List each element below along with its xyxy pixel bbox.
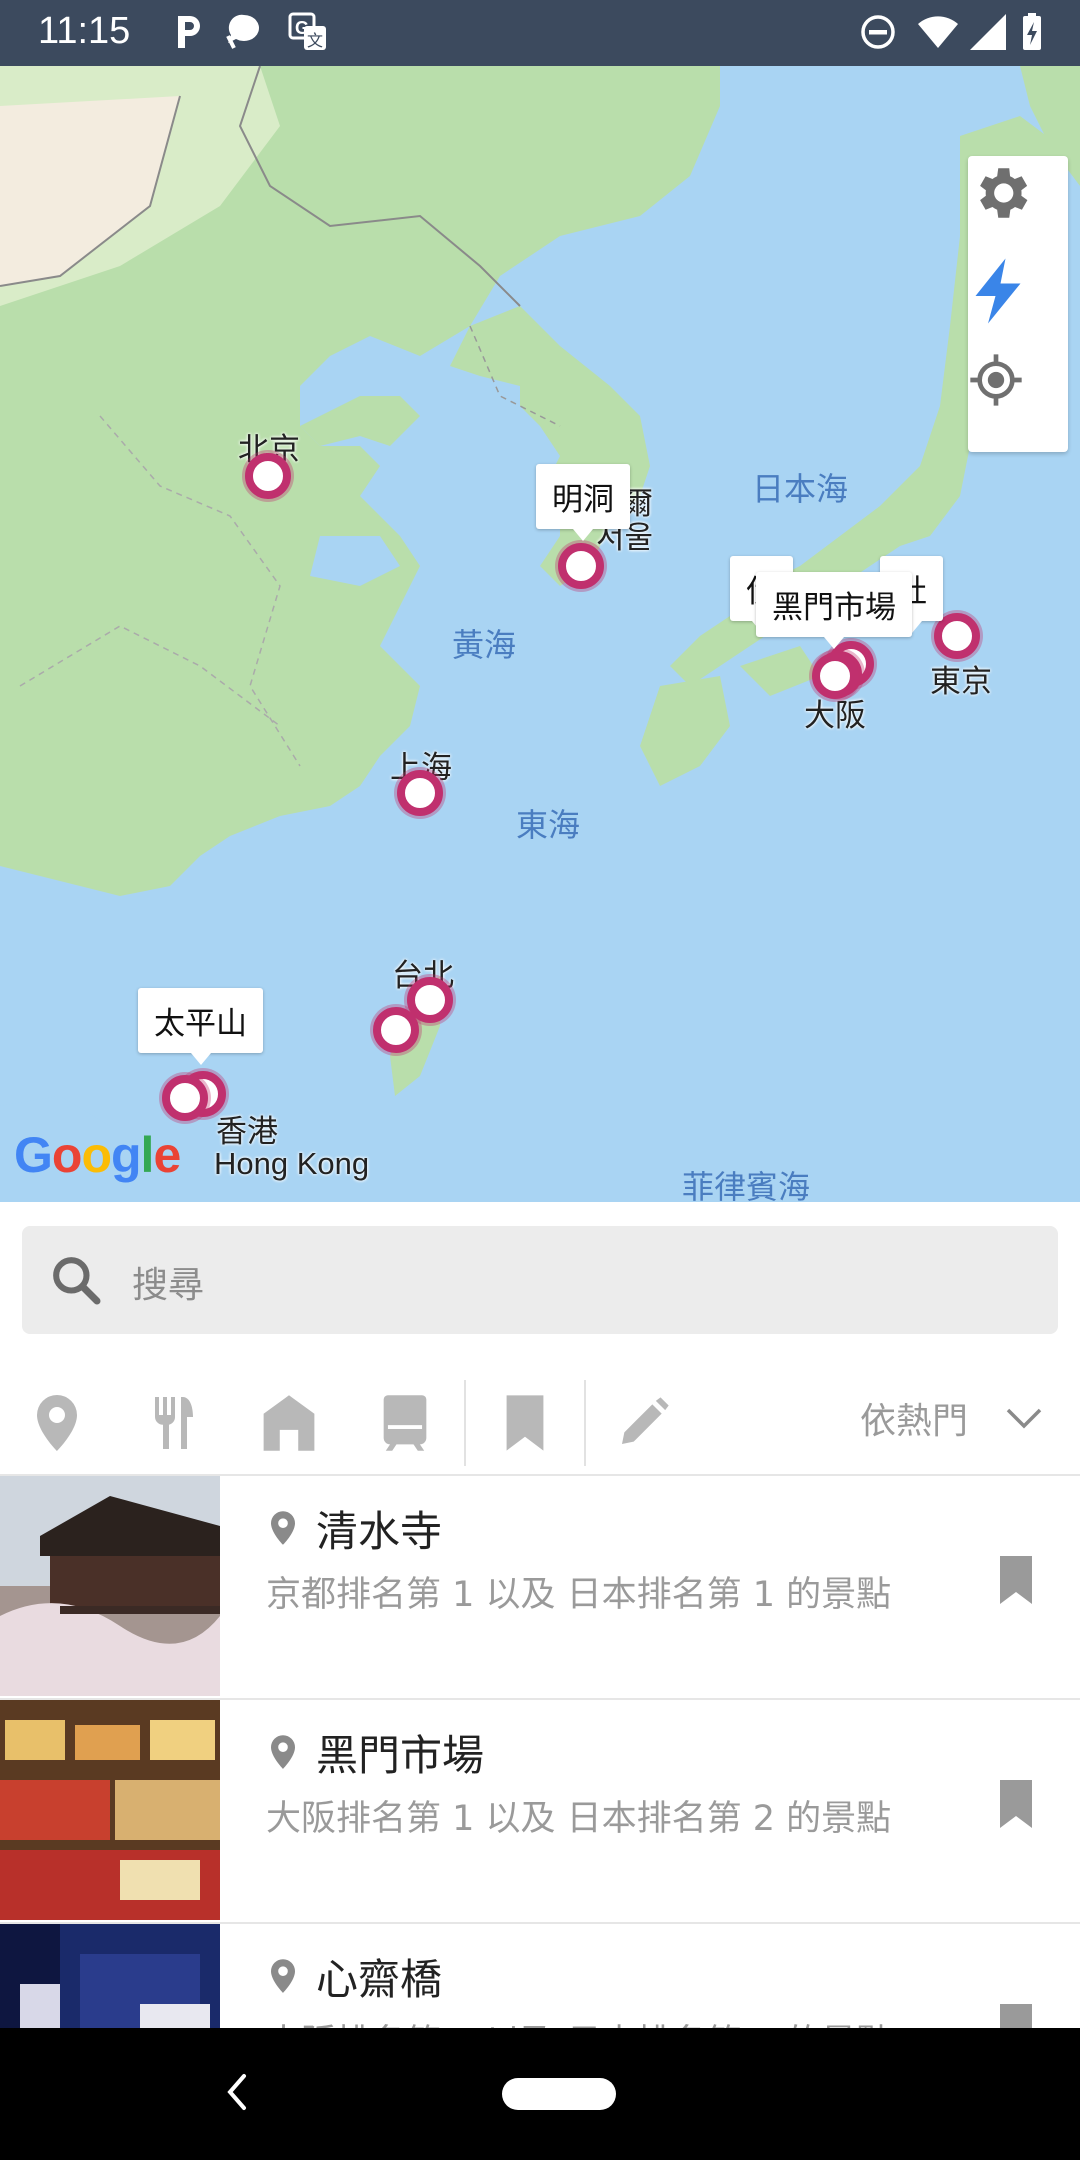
list-item-description: 大阪排名第 1 以及 日本排名第 2 的景點 — [266, 1799, 892, 1839]
bookmark-icon — [506, 1395, 544, 1451]
list-item[interactable]: 清水寺 京都排名第 1 以及 日本排名第 1 的景點 — [0, 1476, 1080, 1700]
search-input[interactable]: 搜尋 — [22, 1226, 1058, 1334]
map-pin-icon — [271, 1959, 295, 1993]
filter-attractions-button[interactable] — [22, 1388, 92, 1458]
filter-transport-button[interactable] — [370, 1388, 440, 1458]
map-pin-taipei-2[interactable] — [373, 1007, 419, 1053]
filter-notes-button[interactable] — [608, 1388, 678, 1458]
do-not-disturb-icon — [861, 15, 895, 49]
status-time: 11:15 — [38, 10, 131, 52]
map-bubble-victoria-peak[interactable]: 太平山 — [138, 988, 263, 1065]
crosshair-location-icon — [970, 354, 1022, 406]
map-pin-icon — [271, 1735, 295, 1769]
map-pin-beijing[interactable] — [245, 453, 291, 499]
map-bubble-myeongdong[interactable]: 明洞 — [536, 464, 630, 541]
quick-action-button[interactable] — [968, 256, 1068, 352]
gear-icon — [980, 168, 1028, 218]
google-logo: Google — [14, 1127, 181, 1183]
fork-knife-icon — [155, 1397, 193, 1449]
train-icon — [383, 1395, 427, 1451]
map-pin-icon — [37, 1395, 77, 1451]
svg-text:文: 文 — [307, 31, 323, 50]
list-item[interactable]: 黑門市場 大阪排名第 1 以及 日本排名第 2 的景點 — [0, 1700, 1080, 1924]
wifi-icon — [918, 16, 958, 48]
map-pin-victoria-peak-2[interactable] — [162, 1075, 208, 1121]
my-location-button[interactable] — [968, 352, 1068, 448]
parking-app-icon — [178, 16, 200, 48]
thumbnail-image — [0, 1476, 220, 1696]
filter-food-button[interactable] — [138, 1388, 208, 1458]
filter-saved-button[interactable] — [490, 1388, 560, 1458]
list-item-description: 京都排名第 1 以及 日本排名第 1 的景點 — [266, 1575, 892, 1615]
city-label-hongkong-zh: 香港 — [216, 1114, 278, 1150]
list-item-title: 黑門市場 — [316, 1731, 485, 1780]
list-item-title: 清水寺 — [316, 1507, 443, 1556]
settings-button[interactable] — [968, 160, 1068, 256]
search-icon — [53, 1257, 101, 1305]
search-placeholder: 搜尋 — [132, 1265, 205, 1306]
sea-label-yellow-sea: 黃海 — [452, 626, 517, 664]
map-bubble-kuromon[interactable]: 黑門市場 — [756, 572, 912, 649]
translate-app-icon: G 文 — [288, 12, 326, 50]
lightning-bolt-icon — [975, 258, 1021, 324]
bookmark-icon[interactable] — [996, 1778, 1036, 1830]
back-icon[interactable] — [222, 2070, 250, 2114]
chat-app-icon — [226, 14, 259, 49]
sea-label-philippine-sea: 菲律賓海 — [682, 1168, 811, 1202]
map-pin-myeongdong[interactable] — [558, 543, 604, 589]
home-button[interactable] — [502, 2078, 616, 2110]
system-nav-bar — [0, 2028, 1080, 2160]
city-label-hongkong-en: Hong Kong — [214, 1146, 370, 1181]
list-item-title: 心齋橋 — [316, 1955, 443, 2004]
battery-charging-icon — [1023, 13, 1041, 50]
status-bar: 11:15 G 文 — [0, 0, 1080, 66]
thumbnail-image — [0, 1700, 220, 1920]
filter-lodging-button[interactable] — [254, 1388, 324, 1458]
pencil-icon — [622, 1397, 669, 1444]
filter-divider — [464, 1380, 466, 1466]
sea-label-sea-of-japan: 日本海 — [752, 470, 849, 508]
map-pin-shanghai[interactable] — [397, 770, 443, 816]
sort-dropdown[interactable]: 依熱門 — [860, 1392, 968, 1444]
house-icon — [263, 1395, 315, 1451]
city-label-tokyo: 東京 — [930, 664, 992, 700]
filter-bar: 依熱門 — [0, 1370, 1080, 1474]
map-view[interactable]: 日本海 黃海 東海 菲律賓海 北京 爾 서울 上海 台北 香港 Hong Kon… — [0, 66, 1080, 1202]
map-pin-osaka[interactable] — [812, 653, 858, 699]
cell-signal-icon — [970, 14, 1006, 50]
map-controls — [968, 156, 1068, 452]
filter-divider — [584, 1380, 586, 1466]
bookmark-icon[interactable] — [996, 1554, 1036, 1606]
map-pin-icon — [271, 1511, 295, 1545]
chevron-down-icon[interactable] — [1004, 1406, 1044, 1432]
sea-label-east-china-sea: 東海 — [516, 806, 581, 844]
